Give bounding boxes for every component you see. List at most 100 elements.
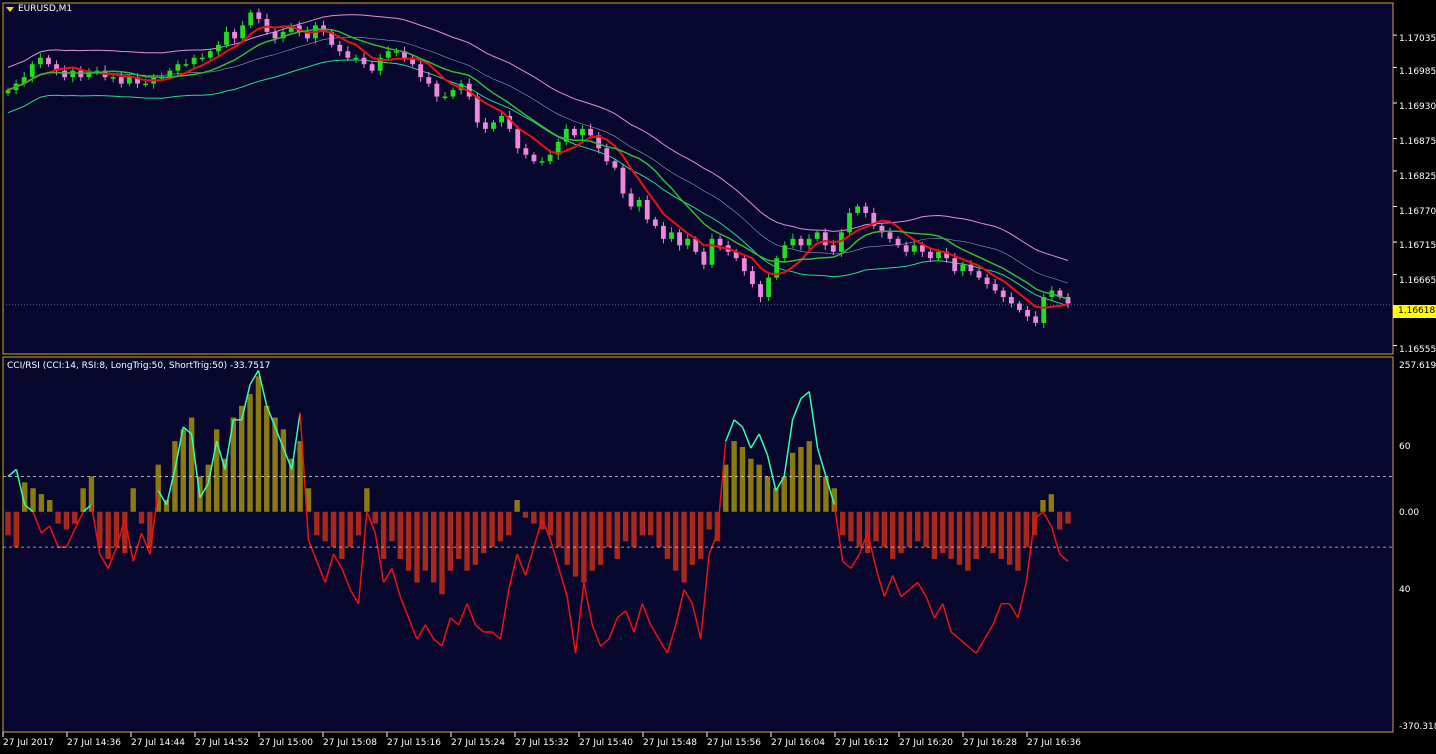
candle-body [830,245,836,252]
candle-body [1033,316,1039,323]
cci-bar [915,511,921,542]
candle-body [636,200,642,207]
candle-body [960,264,966,272]
candle-body [369,64,375,71]
cci-bar [330,511,337,548]
candle-body [1041,297,1047,323]
candle-body [766,277,772,298]
cci-bar [773,488,779,512]
candle-body [418,64,424,78]
candle-body [491,122,496,129]
candle-body [911,245,917,252]
candle-body [798,238,804,246]
cci-bar [347,511,353,548]
cci-bar [789,452,796,512]
candle-body [215,44,221,52]
candle-body [345,51,351,58]
cci-bar [906,511,913,548]
cci-bar [981,511,988,548]
cci-bar [322,511,328,542]
candle-body [183,64,189,66]
cci-bar [614,511,620,559]
candle-body [701,251,707,265]
candle-body [1000,290,1006,298]
cci-bar [514,500,520,512]
candle-body [175,64,181,71]
candle-body [580,128,585,136]
cci-bar [80,488,86,512]
cci-bar [848,511,854,542]
chevron-down-icon[interactable] [6,7,14,12]
candle-body [450,90,456,97]
cci-bar [130,488,136,512]
indicator-pane[interactable] [2,356,1394,733]
candle-body [677,232,683,246]
cci-bar [531,511,537,524]
cci-bar [472,511,479,565]
cci-bar [664,511,671,559]
candle-body [984,277,990,285]
cci-bar [380,511,387,559]
cci-bar [564,511,570,565]
cci-bar [856,511,863,548]
candle-body [264,18,270,32]
candle-body [604,148,610,162]
candle-body [46,57,51,65]
cci-bar [464,511,470,571]
cci-bar [489,511,495,548]
candle-body [531,154,537,162]
cci-bar [589,511,595,571]
candle-body [539,161,545,163]
cci-bar [547,511,554,536]
candle-body [256,12,262,19]
cci-bar [647,511,654,536]
candle-body [393,51,399,53]
cci-bar [931,511,938,559]
cci-bar [355,511,362,536]
candle-body [442,96,448,99]
cci-bar [873,511,879,542]
cci-bar [656,511,662,548]
cci-bar [756,464,762,512]
cci-bar [1023,511,1029,548]
cci-bar [881,511,888,548]
candle-body [669,232,674,239]
candle-body [191,57,197,65]
cci-bar [439,511,445,595]
candle-body [782,245,788,259]
cci-bar [389,511,395,542]
candle-body [936,251,941,259]
cci-bar [572,511,579,577]
cci-bar [447,511,454,571]
cci-bar [798,446,804,512]
candle-body [968,264,974,272]
cci-bar [631,511,637,548]
candle-body [361,57,367,65]
candle-body [847,212,852,233]
chart-canvas[interactable] [0,0,1436,754]
cci-bar [622,511,629,542]
cci-bar [706,511,712,530]
candle-body [248,12,254,26]
candle-body [353,57,359,60]
candle-body [5,90,11,94]
candle-body [992,284,998,291]
cci-bar [597,511,604,565]
cci-bar [105,511,111,559]
cci-bar [30,488,36,512]
candle-body [895,238,901,246]
candle-body [143,83,148,86]
candle-body [499,115,504,123]
cci-bar [264,405,270,512]
candle-body [863,206,869,213]
cci-bar [639,511,646,536]
candle-body [434,83,440,97]
cci-bar [372,511,378,524]
candle-body [588,128,594,136]
candle-body [919,245,925,252]
cci-bar [314,511,320,536]
cci-bar [839,511,846,536]
candle-body [717,238,723,246]
candle-body [1025,309,1030,317]
candle-body [70,70,76,78]
